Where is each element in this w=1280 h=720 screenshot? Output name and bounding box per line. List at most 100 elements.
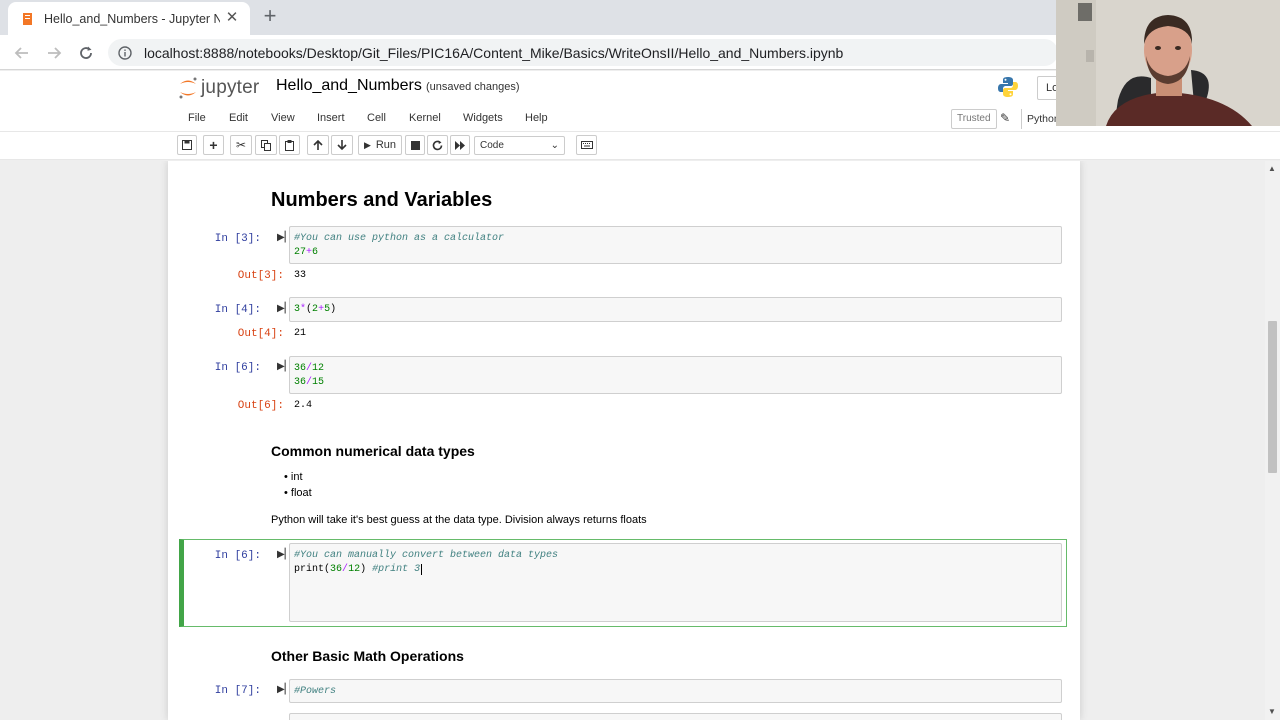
menu-kernel[interactable]: Kernel [409, 112, 441, 124]
code-number: 36 [294, 377, 307, 388]
menu-cell[interactable]: Cell [367, 112, 386, 124]
input-prompt: In [7]: [214, 685, 261, 697]
cell-output: 2.4 [294, 400, 313, 411]
code-line: #Powers [294, 685, 336, 699]
url-text: localhost:8888/notebooks/Desktop/Git_Fil… [144, 44, 844, 61]
heading-numbers-variables: Numbers and Variables [271, 189, 493, 211]
code-number: 15 [312, 377, 325, 388]
jupyter-wordmark: jupyter [201, 77, 260, 98]
list-item: • float [284, 487, 312, 499]
info-icon[interactable] [118, 45, 132, 60]
keyboard-icon[interactable] [576, 135, 597, 155]
notebook-area: Numbers and Variables In [3]: ▶▏ #You ca… [0, 161, 1265, 720]
paste-icon[interactable] [279, 135, 300, 155]
cell-type-value: Code [480, 140, 504, 151]
code-number: 6 [312, 247, 319, 258]
cell-output: 33 [294, 270, 307, 281]
code-line: #You can manually convert between data t… [294, 549, 558, 563]
code-line: 27+6 [294, 246, 318, 260]
pencil-icon[interactable]: ✎ [1000, 111, 1010, 125]
jupyter-toolbar: + ✂ ▶ Run Code ⌄ [0, 132, 1280, 160]
menu-widgets[interactable]: Widgets [463, 112, 503, 124]
code-keyword: print [294, 564, 325, 575]
restart-icon[interactable] [427, 135, 448, 155]
new-tab-icon[interactable]: + [259, 5, 281, 27]
restart-run-all-icon[interactable] [450, 135, 470, 155]
run-button[interactable]: ▶ Run [358, 135, 402, 155]
webcam-image [1056, 0, 1280, 126]
browser-tab[interactable]: Hello_and_Numbers - Jupyter Nc ✕ [8, 2, 250, 35]
code-comment: #print 3 [372, 564, 421, 575]
code-comment: #Powers [294, 686, 337, 697]
back-arrow-icon[interactable] [10, 41, 34, 65]
code-operator: * [300, 304, 307, 315]
jupyter-favicon-icon [20, 12, 34, 26]
menu-edit[interactable]: Edit [229, 112, 248, 124]
chevron-down-icon: ⌄ [550, 140, 559, 151]
menu-help[interactable]: Help [525, 112, 548, 124]
save-icon[interactable] [177, 135, 197, 155]
screen: Hello_and_Numbers - Jupyter Nc ✕ + local… [0, 0, 1280, 720]
run-icon: ▶ [363, 139, 371, 150]
forward-arrow-icon[interactable] [42, 41, 66, 65]
code-cell-editor[interactable]: #You can manually convert between data t… [289, 543, 1062, 622]
list-item: • int [284, 471, 303, 483]
code-cell-input[interactable]: #Powers [289, 679, 1062, 703]
code-line: 36/12 [294, 362, 324, 376]
cell-type-select[interactable]: Code ⌄ [474, 136, 565, 155]
cell-output: 21 [294, 328, 307, 339]
vertical-scrollbar[interactable]: ▲ ▼ [1265, 161, 1280, 720]
code-number: 36 [294, 363, 307, 374]
code-cell-input[interactable]: #You can use python as a calculator 27+6 [289, 226, 1062, 264]
code-number: 12 [312, 363, 325, 374]
move-up-icon[interactable] [307, 135, 329, 155]
menu-file[interactable]: File [188, 112, 206, 124]
insert-cell-icon[interactable]: + [203, 135, 224, 155]
notebook-name[interactable]: Hello_and_Numbers [276, 77, 422, 95]
run-label: Run [375, 139, 397, 151]
list-item-text: float [290, 487, 312, 499]
tab-close-icon[interactable]: ✕ [224, 10, 240, 26]
menu-view[interactable]: View [271, 112, 295, 124]
output-prompt: Out[6]: [237, 400, 284, 412]
address-bar[interactable]: localhost:8888/notebooks/Desktop/Git_Fil… [108, 39, 1058, 66]
text-cursor [421, 564, 423, 575]
jupyter-logo-icon [179, 77, 197, 99]
output-prompt: Out[3]: [237, 270, 284, 282]
tab-title: Hello_and_Numbers - Jupyter Nc [44, 11, 220, 26]
code-number: 36 [330, 564, 343, 575]
code-cell-input[interactable] [289, 713, 1062, 720]
code-comment: #You can manually convert between data t… [294, 550, 559, 561]
menu-insert[interactable]: Insert [317, 112, 345, 124]
heading-data-types: Common numerical data types [271, 443, 475, 459]
trusted-indicator[interactable]: Trusted [951, 109, 997, 129]
python-logo-icon [996, 75, 1020, 99]
code-line: 36/15 [294, 376, 324, 390]
code-cell-input[interactable]: 3*(2+5) [289, 297, 1062, 322]
save-status: (unsaved changes) [426, 81, 520, 93]
move-down-icon[interactable] [331, 135, 353, 155]
scroll-up-icon[interactable]: ▲ [1268, 164, 1276, 173]
scroll-thumb[interactable] [1268, 321, 1277, 473]
reload-icon[interactable] [74, 41, 98, 65]
kernel-indicator: Python [1021, 109, 1060, 129]
input-prompt: In [3]: [214, 233, 261, 245]
code-line: print(36/12) #print 3 [294, 564, 423, 575]
input-prompt: In [6]: [214, 550, 261, 562]
scroll-down-icon[interactable]: ▼ [1268, 707, 1276, 716]
output-prompt: Out[4]: [237, 328, 284, 340]
code-comment: #You can use python as a calculator [294, 233, 505, 244]
code-number: 27 [294, 247, 307, 258]
webcam-overlay [1056, 0, 1280, 126]
input-prompt: In [4]: [214, 304, 261, 316]
copy-icon[interactable] [255, 135, 277, 155]
jupyter-logo[interactable]: jupyter [178, 76, 259, 100]
heading-math-ops: Other Basic Math Operations [271, 648, 464, 664]
cut-icon[interactable]: ✂ [230, 135, 252, 155]
code-cell-input[interactable]: 36/12 36/15 [289, 356, 1062, 394]
code-number: 12 [348, 564, 361, 575]
input-prompt: In [6]: [214, 362, 261, 374]
stop-icon[interactable] [405, 135, 425, 155]
code-number: 5 [324, 304, 331, 315]
code-line: #You can use python as a calculator [294, 232, 504, 246]
